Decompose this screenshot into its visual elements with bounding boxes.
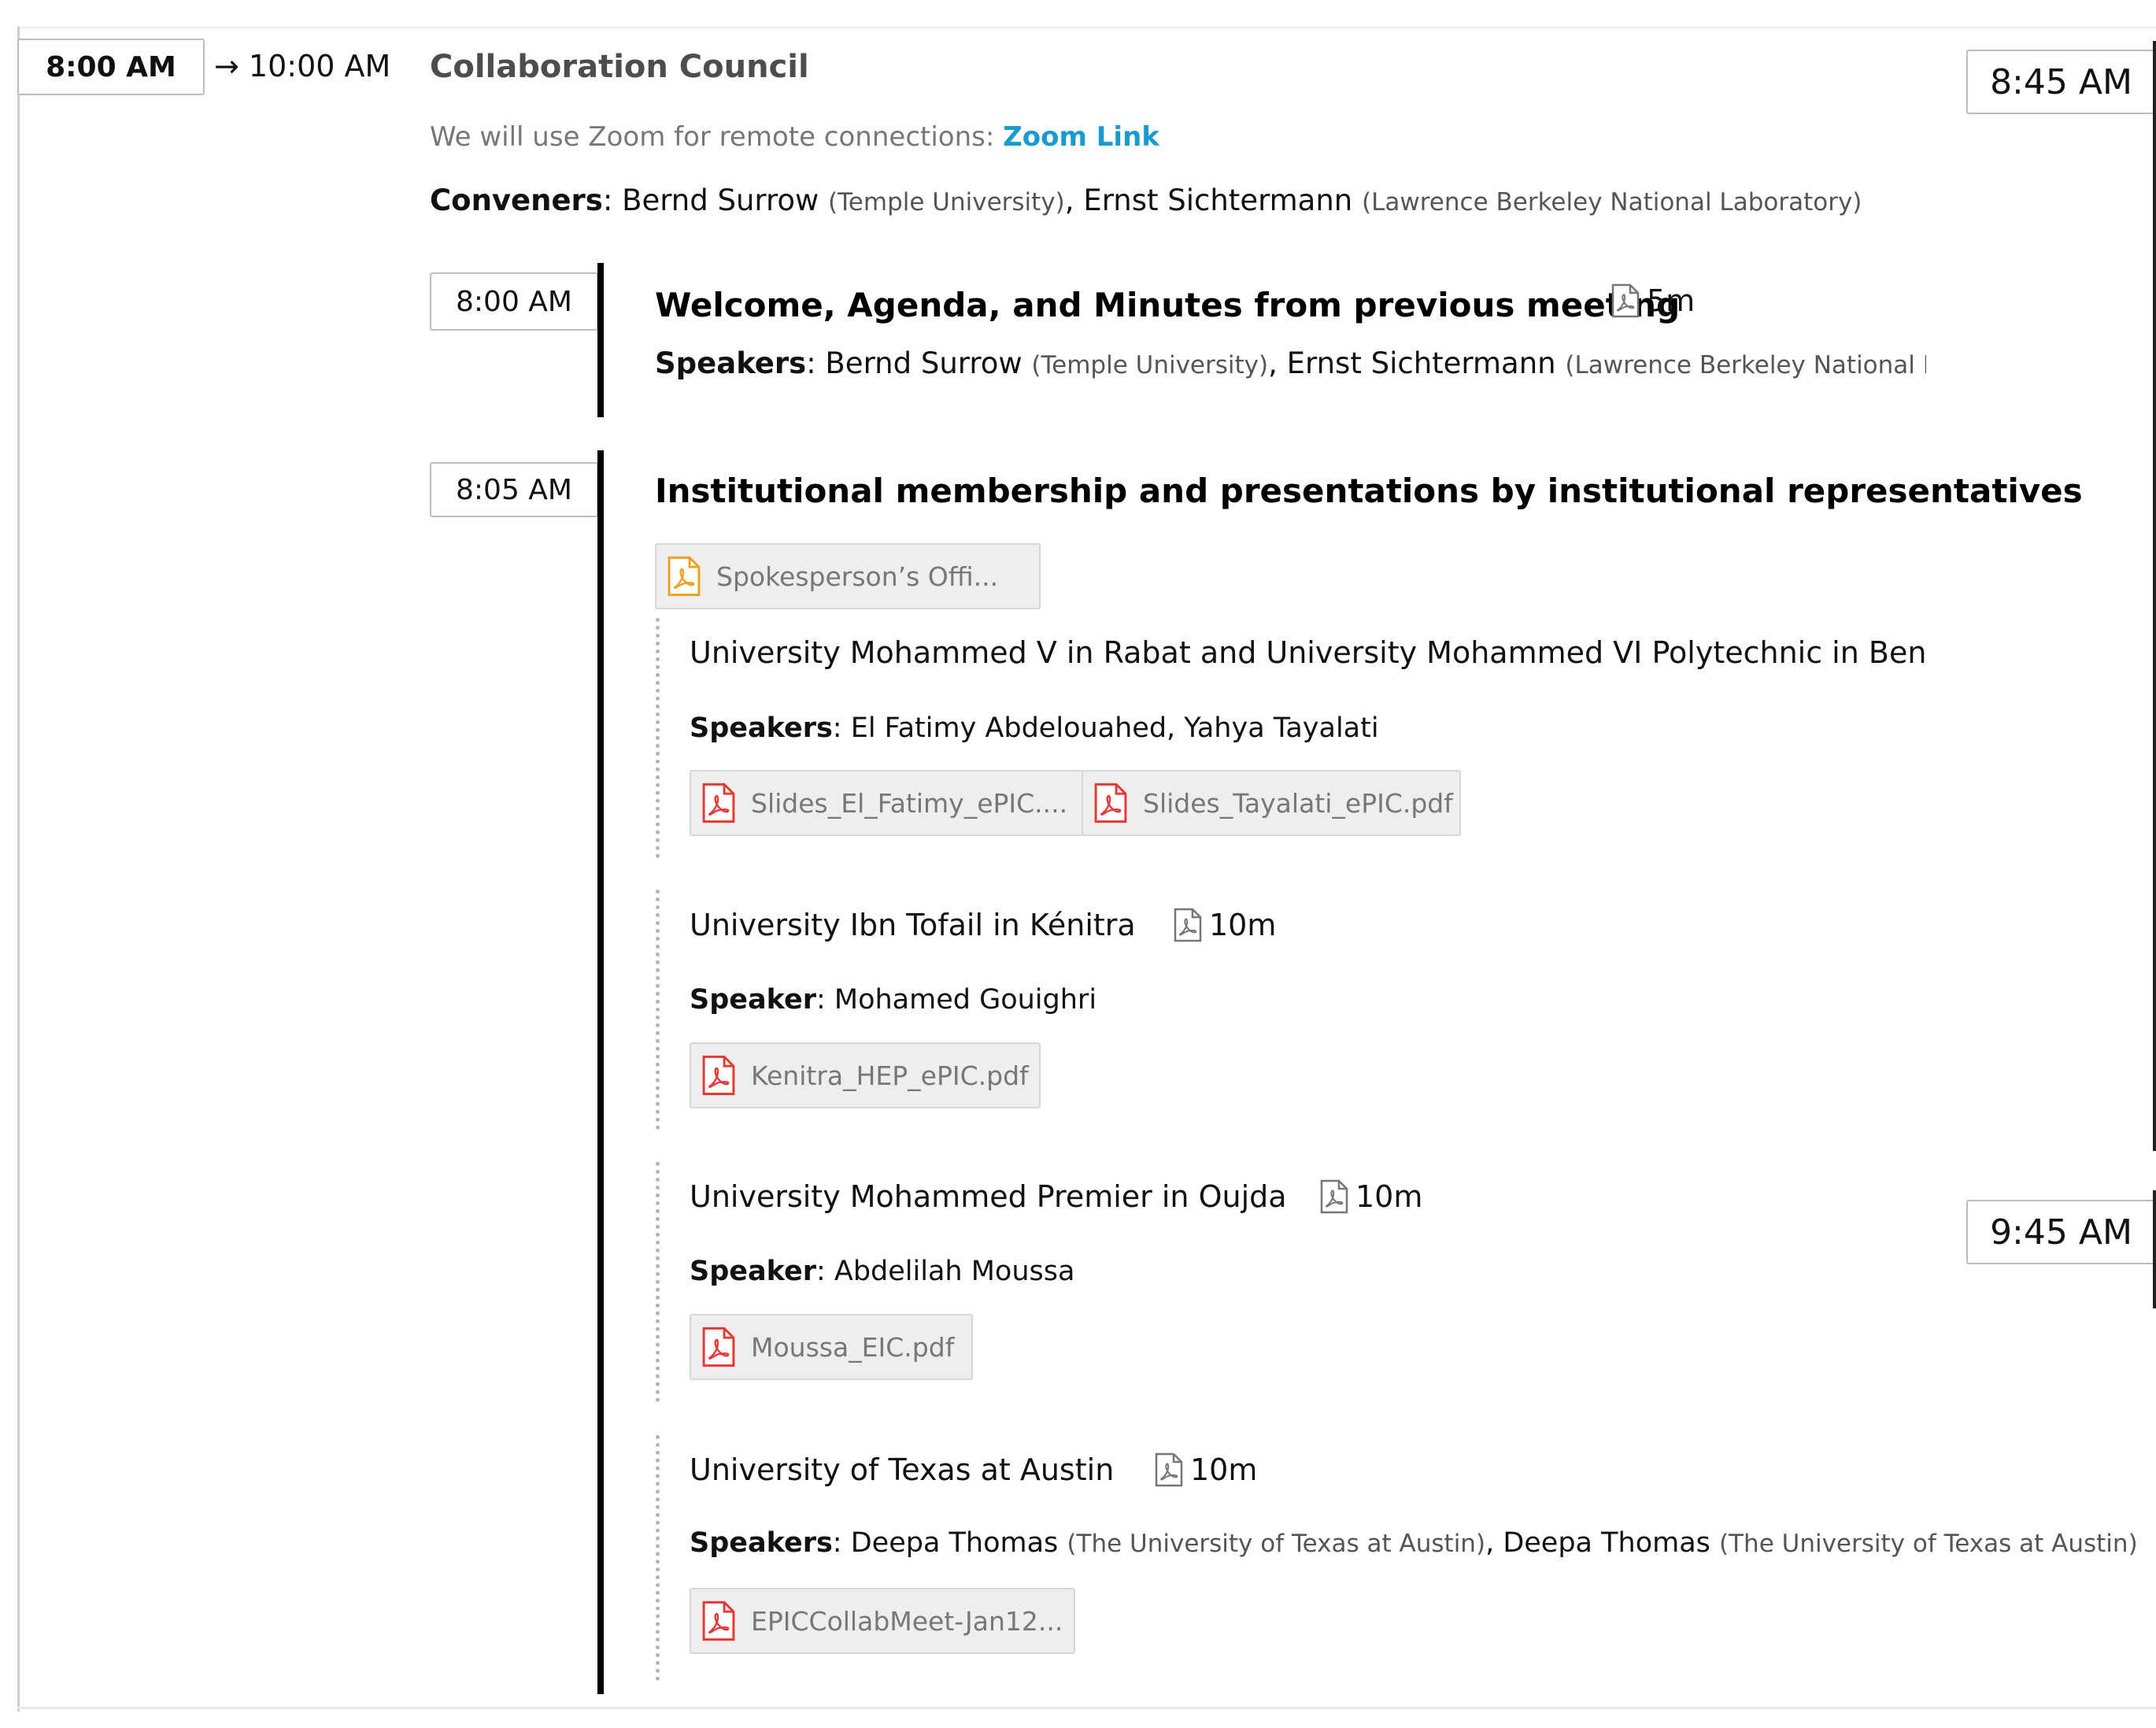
contribution-title[interactable]: Institutional membership and presentatio… xyxy=(655,472,2083,510)
speaker-affiliation: (The University of Texas at Austin) xyxy=(1067,1530,1486,1558)
attachment-name: Moussa_EIC.pdf xyxy=(751,1331,955,1363)
speaker-affiliation: (The University of Texas at Austin) xyxy=(1719,1530,2138,1558)
attachment-button[interactable]: Kenitra_HEP_ePIC.pdf xyxy=(690,1042,1041,1108)
contribution-time: 8:00 AM xyxy=(430,272,598,331)
speakers-label: Speaker xyxy=(690,984,816,1016)
speaker-names[interactable]: Mohamed Gouighri xyxy=(834,984,1096,1016)
timeline-right-edge xyxy=(2153,1190,2156,1308)
attachment-name: Slides_El_Fatimy_ePIC.... xyxy=(751,787,1068,819)
attachment-button[interactable]: EPICCollabMeet-Jan12... xyxy=(690,1588,1075,1654)
subcontribution-speakers: Speakers: El Fatimy Abdelouahed, Yahya T… xyxy=(690,712,1379,744)
convener-affiliation: (Lawrence Berkeley National Laboratory) xyxy=(1362,188,1862,216)
subcontribution-speakers: Speaker: Mohamed Gouighri xyxy=(690,984,1097,1016)
pdf-icon xyxy=(702,1327,735,1367)
speaker-name[interactable]: Deepa Thomas xyxy=(851,1527,1059,1559)
speakers-label: Speakers xyxy=(690,1527,833,1559)
pdf-icon xyxy=(702,783,735,823)
pdf-outline-icon xyxy=(1174,908,1202,942)
session-end-time: → 10:00 AM xyxy=(214,49,391,83)
speaker-name[interactable]: Deepa Thomas xyxy=(1503,1527,1710,1559)
attachment-name: EPICCollabMeet-Jan12... xyxy=(751,1605,1063,1637)
subcontribution-dotted-line xyxy=(656,1435,660,1681)
session-conveners: Conveners: Bernd Surrow (Temple Universi… xyxy=(430,183,1862,217)
duration-value: 10m xyxy=(1209,908,1277,942)
attachment-name: Spokesperson’s Offi... xyxy=(716,561,999,592)
zoom-link[interactable]: Zoom Link xyxy=(1003,121,1159,153)
speaker-affiliation: (Lawrence Berkeley National Lab xyxy=(1565,351,1926,379)
timeline-right-edge xyxy=(2153,41,2156,1151)
convener-affiliation: (Temple University) xyxy=(828,188,1065,216)
session-title[interactable]: Collaboration Council xyxy=(430,49,809,85)
subcontribution-duration: 10m xyxy=(1173,908,1276,942)
attachment-button[interactable]: Slides_El_Fatimy_ePIC.... xyxy=(690,770,1083,836)
speaker-names[interactable]: Abdelilah Moussa xyxy=(834,1256,1075,1287)
speakers-label: Speaker xyxy=(690,1256,816,1287)
pdf-icon xyxy=(668,556,701,597)
time-marker: 9:45 AM xyxy=(1966,1200,2156,1264)
contribution-title[interactable]: Welcome, Agenda, and Minutes from previo… xyxy=(655,286,1680,324)
subcontribution-title[interactable]: University Mohammed V in Rabat and Unive… xyxy=(690,635,1926,670)
zoom-info: We will use Zoom for remote connections:… xyxy=(430,121,1159,153)
speaker-name[interactable]: Bernd Surrow xyxy=(825,346,1022,380)
time-marker: 8:45 AM xyxy=(1966,50,2156,114)
contribution-speakers: Speakers: Bernd Surrow (Temple Universit… xyxy=(655,346,1926,380)
subcontribution-speakers: Speaker: Abdelilah Moussa xyxy=(690,1256,1075,1287)
subcontribution-dotted-line xyxy=(656,1162,660,1402)
duration-value: 10m xyxy=(1190,1452,1258,1487)
top-divider xyxy=(17,27,2156,28)
conveners-label: Conveners xyxy=(430,183,603,217)
contribution-timeline-bar xyxy=(597,450,604,1694)
speakers-label: Speakers xyxy=(655,346,807,380)
convener-name[interactable]: Bernd Surrow xyxy=(622,183,819,217)
attachment-button[interactable]: Moussa_EIC.pdf xyxy=(690,1314,973,1380)
pdf-outline-icon xyxy=(1320,1179,1348,1214)
attachment-name: Slides_Tayalati_ePIC.pdf xyxy=(1143,787,1453,819)
subcontribution-duration: 10m xyxy=(1154,1452,1257,1487)
convener-name[interactable]: Ernst Sichtermann xyxy=(1083,183,1352,217)
pdf-icon xyxy=(702,1600,735,1641)
attachment-name: Kenitra_HEP_ePIC.pdf xyxy=(751,1060,1029,1091)
subcontribution-duration: 10m xyxy=(1319,1179,1422,1214)
contribution-duration: 5m xyxy=(1611,283,1695,318)
subcontribution-title[interactable]: University Ibn Tofail in Kénitra xyxy=(690,908,1136,942)
speaker-name[interactable]: Ernst Sichtermann xyxy=(1287,346,1556,380)
speakers-label: Speakers xyxy=(690,712,833,744)
duration-value: 10m xyxy=(1355,1179,1423,1214)
contribution-timeline-bar xyxy=(597,263,604,417)
duration-value: 5m xyxy=(1647,283,1696,318)
speaker-names[interactable]: El Fatimy Abdelouahed, Yahya Tayalati xyxy=(851,712,1379,744)
pdf-icon xyxy=(702,1055,735,1096)
subcontribution-title[interactable]: University of Texas at Austin xyxy=(690,1452,1114,1487)
session-start-time: 8:00 AM xyxy=(17,39,205,95)
subcontribution-dotted-line xyxy=(656,890,660,1130)
bottom-divider xyxy=(17,1707,2156,1709)
subcontribution-title[interactable]: University Mohammed Premier in Oujda xyxy=(690,1179,1287,1214)
timetable-left-border xyxy=(17,27,20,1711)
speaker-affiliation: (Temple University) xyxy=(1031,351,1269,379)
pdf-icon xyxy=(1094,783,1127,823)
subcontribution-dotted-line xyxy=(656,618,660,858)
contribution-time: 8:05 AM xyxy=(430,462,598,517)
zoom-info-text: We will use Zoom for remote connections: xyxy=(430,121,1004,153)
attachment-button[interactable]: Slides_Tayalati_ePIC.pdf xyxy=(1082,770,1461,836)
pdf-outline-icon xyxy=(1155,1452,1183,1487)
attachment-button[interactable]: Spokesperson’s Offi... xyxy=(655,543,1041,609)
subcontribution-speakers: Speakers: Deepa Thomas (The University o… xyxy=(690,1527,2138,1559)
pdf-outline-icon xyxy=(1611,283,1640,318)
